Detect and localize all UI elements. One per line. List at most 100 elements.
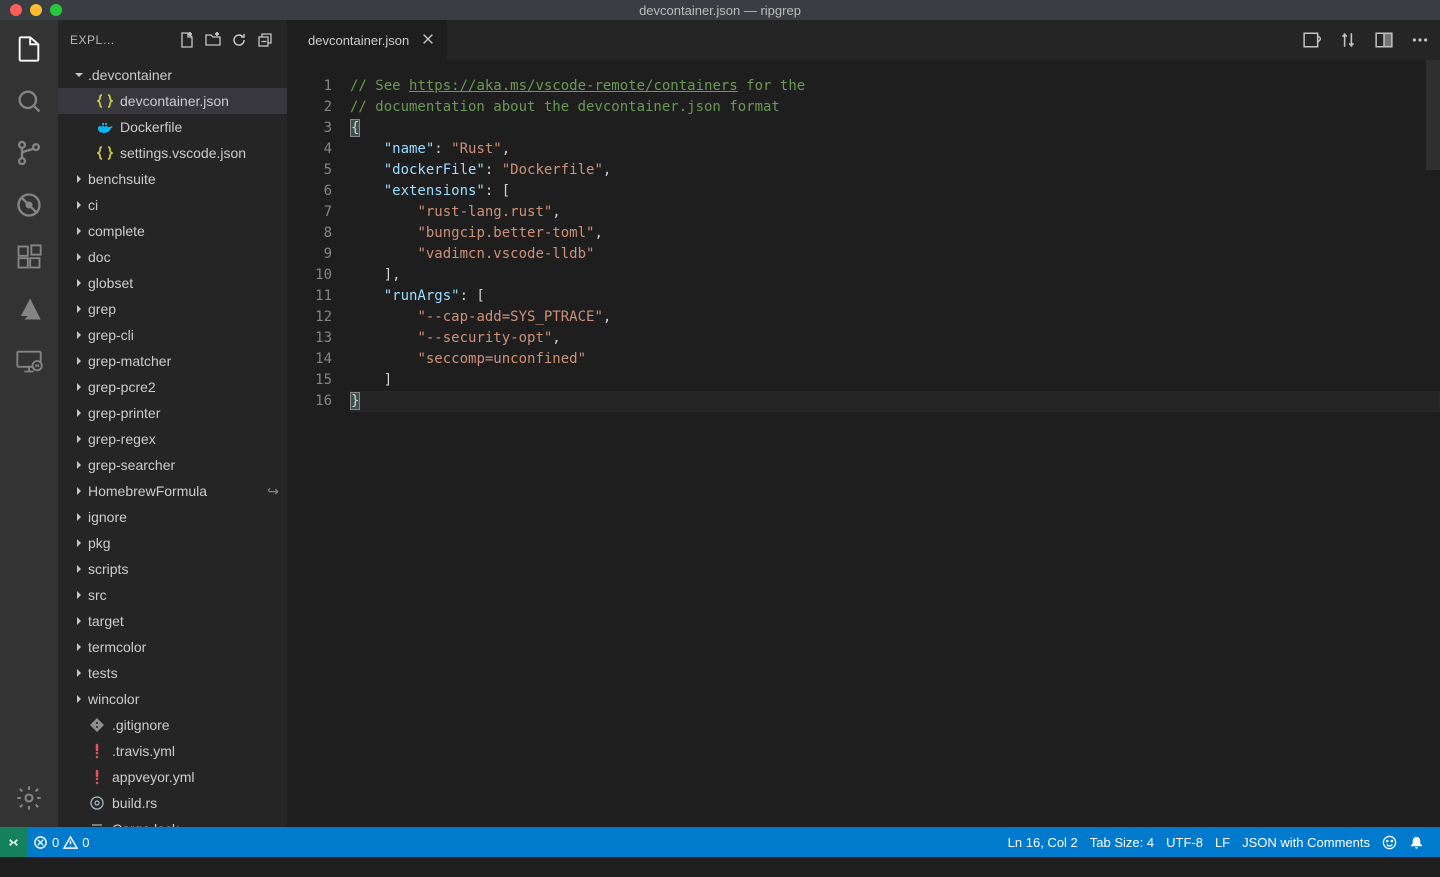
close-tab-icon[interactable] — [421, 32, 435, 49]
tree-item-label: wincolor — [88, 691, 139, 707]
folder-grep-searcher[interactable]: grep-searcher — [58, 452, 287, 478]
debug-icon[interactable] — [14, 190, 44, 220]
search-icon[interactable] — [14, 86, 44, 116]
tree-item-label: Cargo.lock — [112, 821, 179, 827]
tree-item-label: .travis.yml — [112, 743, 175, 759]
source-control-icon[interactable] — [14, 138, 44, 168]
status-eol[interactable]: LF — [1209, 827, 1236, 857]
tree-item-label: settings.vscode.json — [120, 145, 246, 161]
file-build.rs[interactable]: build.rs — [58, 790, 287, 816]
file-.travis.yml[interactable]: .travis.yml — [58, 738, 287, 764]
file-appveyor.yml[interactable]: appveyor.yml — [58, 764, 287, 790]
file-Dockerfile[interactable]: Dockerfile — [58, 114, 287, 140]
chevron-right-icon — [72, 172, 86, 186]
tree-item-label: target — [88, 613, 124, 629]
folder-doc[interactable]: doc — [58, 244, 287, 270]
symlink-icon: ↪ — [267, 483, 279, 500]
folder-benchsuite[interactable]: benchsuite — [58, 166, 287, 192]
folder-pkg[interactable]: pkg — [58, 530, 287, 556]
tab-devcontainer[interactable]: devcontainer.json — [288, 20, 448, 60]
chevron-down-icon — [72, 68, 86, 82]
folder-src[interactable]: src — [58, 582, 287, 608]
folder-scripts[interactable]: scripts — [58, 556, 287, 582]
tree-item-label: scripts — [88, 561, 128, 577]
explorer-panel: EXPL… .devcontainerdevcontainer.jsonDock… — [58, 20, 288, 827]
folder-.devcontainer[interactable]: .devcontainer — [58, 62, 287, 88]
folder-globset[interactable]: globset — [58, 270, 287, 296]
gear-icon[interactable] — [14, 783, 44, 813]
tree-item-label: termcolor — [88, 639, 146, 655]
folder-complete[interactable]: complete — [58, 218, 287, 244]
remote-indicator[interactable] — [0, 827, 27, 857]
file-tree: .devcontainer devcontainer.json Dockerfile… — [58, 60, 287, 827]
window-title: devcontainer.json — ripgrep — [0, 3, 1440, 18]
folder-ci[interactable]: ci — [58, 192, 287, 218]
tree-item-label: grep-matcher — [88, 353, 171, 369]
chevron-right-icon — [72, 692, 86, 706]
tree-item-label: Dockerfile — [120, 119, 182, 135]
json-icon — [96, 144, 114, 162]
status-tab-size[interactable]: Tab Size: 4 — [1084, 827, 1160, 857]
tree-item-label: ci — [88, 197, 98, 213]
tree-item-label: devcontainer.json — [120, 93, 229, 109]
tree-item-label: ignore — [88, 509, 127, 525]
activity-bar — [0, 20, 58, 827]
minimap-scrollbar[interactable] — [1426, 60, 1440, 170]
titlebar: devcontainer.json — ripgrep — [0, 0, 1440, 20]
chevron-right-icon — [72, 562, 86, 576]
tree-item-label: doc — [88, 249, 111, 265]
refresh-icon[interactable] — [229, 30, 249, 50]
folder-wincolor[interactable]: wincolor — [58, 686, 287, 712]
file-settings.vscode.json[interactable]: settings.vscode.json — [58, 140, 287, 166]
tree-item-label: grep-pcre2 — [88, 379, 156, 395]
folder-grep-cli[interactable]: grep-cli — [58, 322, 287, 348]
status-encoding[interactable]: UTF-8 — [1160, 827, 1209, 857]
extensions-icon[interactable] — [14, 242, 44, 272]
chevron-right-icon — [72, 666, 86, 680]
notifications-icon[interactable] — [1403, 827, 1430, 857]
line-gutter: 12345678910111213141516 — [288, 60, 344, 827]
remote-explorer-icon[interactable] — [14, 346, 44, 376]
file-.gitignore[interactable]: .gitignore — [58, 712, 287, 738]
chevron-right-icon — [72, 614, 86, 628]
new-file-icon[interactable] — [177, 30, 197, 50]
more-actions-icon[interactable] — [1410, 30, 1430, 50]
azure-icon[interactable] — [14, 294, 44, 324]
folder-grep[interactable]: grep — [58, 296, 287, 322]
folder-ignore[interactable]: ignore — [58, 504, 287, 530]
code-editor[interactable]: 12345678910111213141516 // See https://a… — [288, 60, 1440, 827]
file-Cargo.lock[interactable]: Cargo.lock — [58, 816, 287, 827]
open-changes-icon[interactable] — [1302, 30, 1322, 50]
yml-icon — [88, 742, 106, 760]
folder-grep-matcher[interactable]: grep-matcher — [58, 348, 287, 374]
code-content[interactable]: // See https://aka.ms/vscode-remote/cont… — [344, 60, 1440, 827]
collapse-all-icon[interactable] — [255, 30, 275, 50]
folder-termcolor[interactable]: termcolor — [58, 634, 287, 660]
folder-grep-pcre2[interactable]: grep-pcre2 — [58, 374, 287, 400]
chevron-right-icon — [72, 432, 86, 446]
folder-grep-regex[interactable]: grep-regex — [58, 426, 287, 452]
chevron-right-icon — [72, 250, 86, 264]
compare-icon[interactable] — [1338, 30, 1358, 50]
editor-actions — [1302, 20, 1440, 60]
status-line-col[interactable]: Ln 16, Col 2 — [1002, 827, 1084, 857]
chevron-right-icon — [72, 276, 86, 290]
status-bar: 0 0 Ln 16, Col 2 Tab Size: 4 UTF-8 LF JS… — [0, 827, 1440, 857]
status-problems[interactable]: 0 0 — [27, 827, 95, 857]
explorer-icon[interactable] — [14, 34, 44, 64]
folder-grep-printer[interactable]: grep-printer — [58, 400, 287, 426]
tree-item-label: grep-cli — [88, 327, 134, 343]
new-folder-icon[interactable] — [203, 30, 223, 50]
yml-icon — [88, 768, 106, 786]
split-editor-icon[interactable] — [1374, 30, 1394, 50]
feedback-icon[interactable] — [1376, 827, 1403, 857]
chevron-right-icon — [72, 484, 86, 498]
file-devcontainer.json[interactable]: devcontainer.json — [58, 88, 287, 114]
folder-HomebrewFormula[interactable]: HomebrewFormula↪ — [58, 478, 287, 504]
folder-tests[interactable]: tests — [58, 660, 287, 686]
tree-item-label: .devcontainer — [88, 67, 172, 83]
chevron-right-icon — [72, 588, 86, 602]
status-errors-count: 0 — [52, 835, 59, 850]
status-language[interactable]: JSON with Comments — [1236, 827, 1376, 857]
folder-target[interactable]: target — [58, 608, 287, 634]
